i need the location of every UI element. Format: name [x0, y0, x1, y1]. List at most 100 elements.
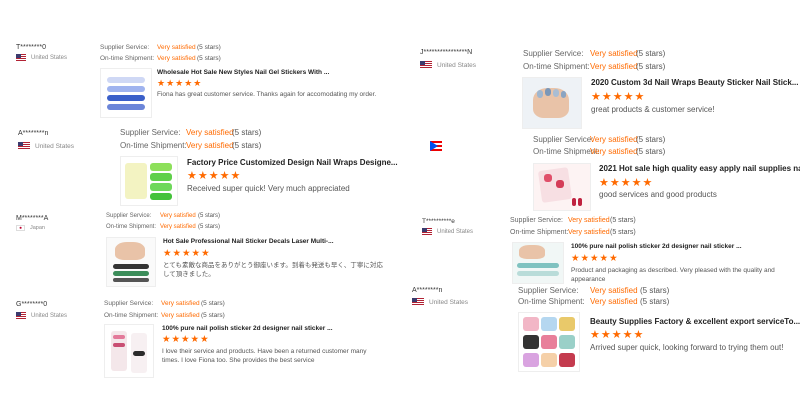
product-title-link[interactable]: Hot Sale Professional Nail Sticker Decal…: [163, 238, 334, 245]
rating-value: Very satisfied: [590, 62, 638, 71]
supplier-service-rating: Supplier Service: Very satisfied (5 star…: [510, 217, 636, 224]
review-stars: ★★★★★: [187, 170, 242, 182]
review-comment: とても素敵な商品をありがとう御座います。到着も発送も早く、丁寧に対応して頂きまし…: [163, 262, 383, 278]
product-title-link[interactable]: Beauty Supplies Factory & excellent expo…: [590, 317, 800, 326]
rating-label: On-time Shipment:: [120, 141, 187, 150]
product-thumbnail[interactable]: [100, 68, 152, 118]
reviewer-name: A********n: [412, 287, 443, 294]
ontime-shipment-rating: On-time Shipment: Very satisfied (5 star…: [120, 141, 261, 150]
review-comment: I love their service and products. Have …: [162, 348, 367, 364]
review-stars: ★★★★★: [591, 91, 646, 103]
rating-label: Supplier Service:: [533, 135, 594, 144]
rating-stars-count: (5 stars): [640, 297, 670, 306]
rating-stars-count: (5 stars): [201, 300, 225, 307]
rating-label: On-time Shipment:: [104, 312, 159, 319]
rating-stars-count: (5 stars): [198, 213, 221, 219]
rating-value: Very satisfied: [161, 300, 200, 307]
rating-label: Supplier Service:: [518, 286, 579, 295]
ontime-shipment-rating: On-time Shipment: Very satisfied (5 star…: [106, 224, 220, 230]
reviewer-country: United States: [420, 61, 476, 69]
rating-value: Very satisfied: [590, 286, 638, 295]
rating-stars-count: (5 stars): [232, 141, 262, 150]
reviewer-name: J****************N: [420, 49, 473, 56]
reviewer-country: [430, 141, 447, 151]
reviewer-name: G********0: [16, 301, 48, 308]
ontime-shipment-rating: On-time Shipment: Very satisfied (5 star…: [523, 62, 665, 71]
supplier-service-rating: Supplier Service: Very satisfied (5 star…: [120, 128, 261, 137]
rating-value: Very satisfied: [590, 297, 638, 306]
reviewer-country: United States: [18, 142, 74, 150]
product-title-link[interactable]: Wholesale Hot Sale New Styles Nail Gel S…: [157, 69, 329, 76]
review-comment: Arrived super quick, looking forward to …: [590, 343, 784, 352]
rating-label: On-time Shipment:: [533, 147, 600, 156]
supplier-service-rating: Supplier Service: Very satisfied (5 star…: [523, 49, 665, 58]
rating-value: Very satisfied: [568, 229, 610, 236]
rating-value: Very satisfied: [186, 128, 234, 137]
rating-value: Very satisfied: [157, 44, 196, 51]
product-thumbnail[interactable]: [106, 237, 156, 287]
rating-stars-count: (5 stars): [197, 44, 221, 51]
product-thumbnail[interactable]: [120, 156, 178, 206]
rating-value: Very satisfied: [186, 141, 234, 150]
ontime-shipment-rating: On-time Shipment: Very satisfied (5 star…: [104, 312, 225, 319]
reviewer-name: T********0: [16, 44, 46, 51]
product-title-link[interactable]: 2020 Custom 3d Nail Wraps Beauty Sticker…: [591, 78, 799, 87]
rating-stars-count: (5 stars): [610, 229, 636, 236]
country-name: United States: [35, 142, 75, 150]
reviewer-name: A********n: [18, 130, 49, 137]
rating-value: Very satisfied: [568, 217, 610, 224]
rating-stars-count: (5 stars): [232, 128, 262, 137]
rating-stars-count: (5 stars): [640, 286, 670, 295]
us-flag-icon: [16, 54, 26, 61]
review-stars: ★★★★★: [590, 329, 645, 341]
product-thumbnail[interactable]: [104, 324, 154, 378]
us-flag-icon: [412, 298, 424, 306]
supplier-service-rating: Supplier Service: Very satisfied (5 star…: [100, 44, 221, 51]
product-thumbnail[interactable]: [522, 77, 582, 129]
rating-value: Very satisfied: [590, 135, 638, 144]
us-flag-icon: [420, 61, 432, 69]
reviewer-country: Japan: [16, 225, 45, 231]
us-flag-icon: [16, 312, 26, 319]
rating-stars-count: (5 stars): [201, 312, 225, 319]
rating-label: Supplier Service:: [106, 213, 152, 219]
supplier-service-rating: Supplier Service: Very satisfied (5 star…: [106, 213, 220, 219]
ontime-shipment-rating: On-time Shipment: Very satisfied (5 star…: [533, 147, 665, 156]
rating-label: On-time Shipment:: [523, 62, 590, 71]
review-stars: ★★★★★: [157, 78, 203, 88]
product-title-link[interactable]: 100% pure nail polish sticker 2d designe…: [162, 325, 333, 332]
rating-stars-count: (5 stars): [198, 224, 221, 230]
product-thumbnail[interactable]: [533, 163, 591, 211]
review-comment: great products & customer service!: [591, 105, 715, 114]
product-thumbnail[interactable]: [512, 242, 564, 284]
rating-stars-count: (5 stars): [636, 49, 666, 58]
product-thumbnail[interactable]: [518, 312, 580, 372]
rating-label: On-time Shipment:: [106, 224, 157, 230]
puerto-rico-flag-icon: [430, 141, 442, 151]
rating-label: Supplier Service:: [100, 44, 150, 51]
country-name: United States: [31, 54, 68, 61]
country-name: United States: [31, 312, 68, 319]
rating-stars-count: (5 stars): [610, 217, 636, 224]
product-title-link[interactable]: 2021 Hot sale high quality easy apply na…: [599, 164, 800, 173]
review-stars: ★★★★★: [162, 334, 210, 345]
rating-value: Very satisfied: [157, 55, 196, 62]
rating-stars-count: (5 stars): [636, 62, 666, 71]
ontime-shipment-rating: On-time Shipment: Very satisfied (5 star…: [100, 55, 221, 62]
reviewer-name: M********A: [16, 215, 49, 222]
rating-stars-count: (5 stars): [197, 55, 221, 62]
rating-label: Supplier Service:: [104, 300, 154, 307]
reviewer-country: United States: [16, 312, 67, 319]
product-title-link[interactable]: 100% pure nail polish sticker 2d designe…: [571, 243, 742, 250]
reviewer-name: T**********e: [422, 218, 455, 225]
rating-stars-count: (5 stars): [636, 135, 666, 144]
ontime-shipment-rating: On-time Shipment: Very satisfied (5 star…: [510, 229, 636, 236]
rating-value: Very satisfied: [590, 49, 638, 58]
reviewer-country: United States: [412, 298, 468, 306]
review-stars: ★★★★★: [571, 253, 619, 264]
supplier-service-rating: Supplier Service: Very satisfied (5 star…: [104, 300, 225, 307]
us-flag-icon: [18, 142, 30, 150]
review-comment: good services and good products: [599, 190, 717, 199]
product-title-link[interactable]: Factory Price Customized Design Nail Wra…: [187, 158, 398, 167]
country-name: Japan: [30, 225, 45, 231]
